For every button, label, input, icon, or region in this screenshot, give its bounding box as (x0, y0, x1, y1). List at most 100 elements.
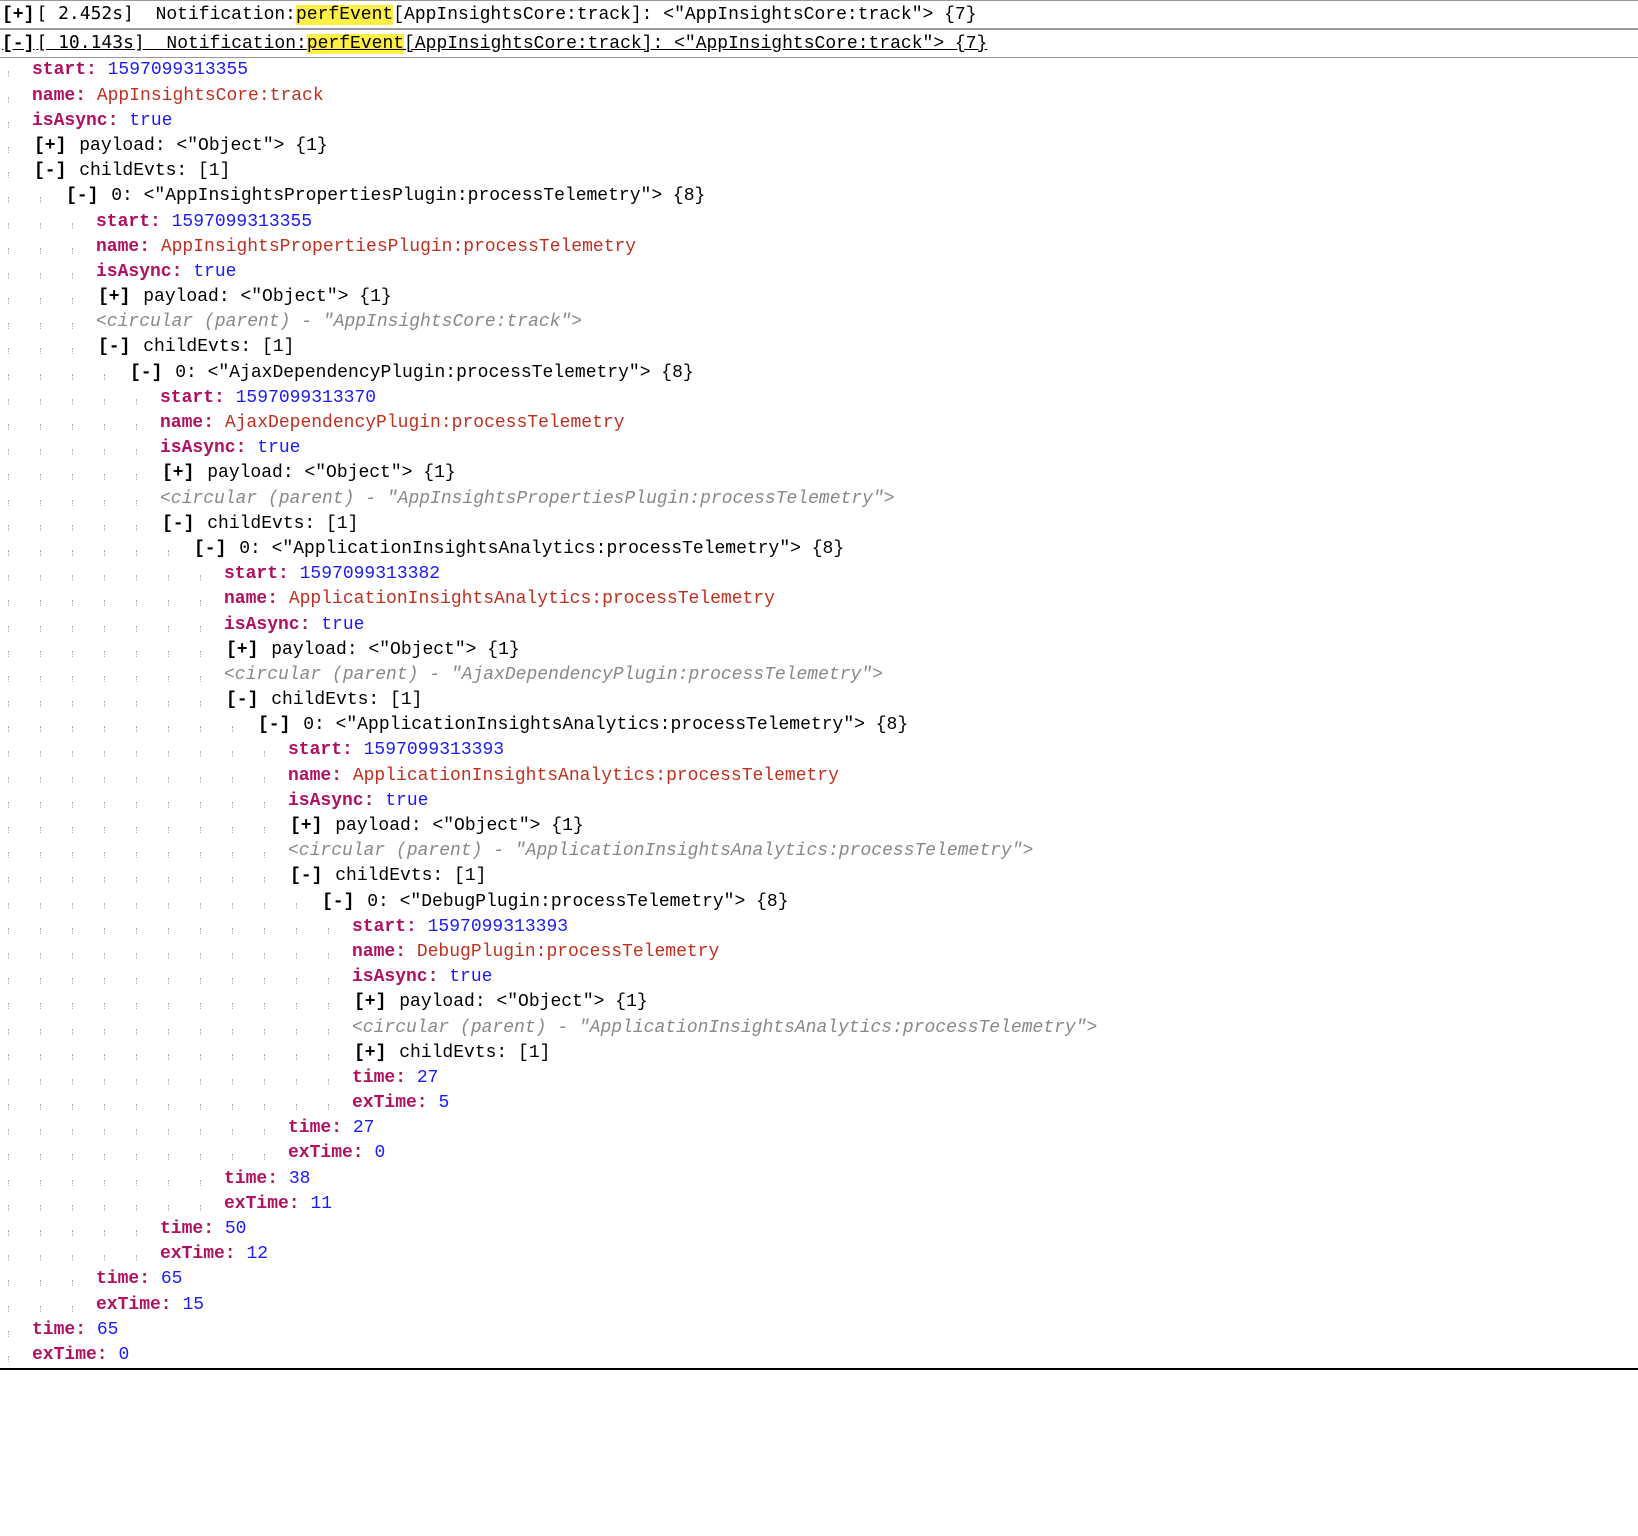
key-name: name: (160, 413, 214, 433)
key-start: start: (352, 917, 417, 937)
payload-summary: <"Object"> {1} (166, 136, 328, 156)
key-isasync: isAsync: (224, 615, 310, 635)
expand-toggle[interactable]: [+] (352, 1041, 388, 1066)
notification-label: Notification: (166, 34, 306, 54)
collapse-toggle[interactable]: [-] (160, 512, 196, 537)
notification-label: Notification: (156, 5, 296, 25)
value-extime: 0 (118, 1345, 129, 1365)
collapse-toggle[interactable]: [-] (256, 713, 292, 738)
key-name: name: (96, 237, 150, 257)
key-isasync: isAsync: (288, 791, 374, 811)
key-time: time: (96, 1269, 150, 1289)
value-isasync: true (385, 791, 428, 811)
collapse-toggle[interactable]: [-] (192, 537, 228, 562)
timestamp: [ 2.452s] (36, 3, 134, 24)
key-childevts: childEvts: (271, 690, 379, 710)
timestamp: [ 10.143s] (36, 32, 144, 53)
key-start: start: (224, 564, 289, 584)
collapse-toggle[interactable]: [-] (96, 335, 132, 360)
expand-toggle[interactable]: [+] (32, 134, 68, 159)
key-extime: exTime: (224, 1194, 300, 1214)
index-0: 0: (303, 715, 325, 735)
child-header: <"DebugPlugin:processTelemetry"> {8} (389, 892, 789, 912)
payload-summary: <"Object"> {1} (230, 287, 392, 307)
key-time: time: (32, 1320, 86, 1340)
expand-toggle[interactable]: [+] (96, 285, 132, 310)
childevts-count: [1] (443, 866, 486, 886)
expand-toggle[interactable]: [+] (352, 990, 388, 1015)
value-time: 65 (161, 1269, 183, 1289)
key-payload: payload: (271, 640, 357, 660)
value-isasync: true (449, 967, 492, 987)
value-time: 65 (97, 1320, 119, 1340)
collapse-toggle[interactable]: [-] (0, 32, 36, 57)
notification-rest: [AppInsightsCore:track]: <"AppInsightsCo… (404, 34, 987, 54)
expand-toggle[interactable]: [+] (0, 3, 36, 28)
index-0: 0: (111, 186, 133, 206)
key-payload: payload: (399, 992, 485, 1012)
collapse-toggle[interactable]: [-] (64, 184, 100, 209)
childevts-count: [1] (251, 337, 294, 357)
key-name: name: (32, 86, 86, 106)
value-start: 1597099313382 (300, 564, 440, 584)
key-isasync: isAsync: (352, 967, 438, 987)
debug-tree: [+] [ 2.452s] Notification:perfEvent[App… (0, 0, 1638, 1374)
key-isasync: isAsync: (96, 262, 182, 282)
key-extime: exTime: (32, 1345, 108, 1365)
key-start: start: (32, 60, 97, 80)
payload-summary: <"Object"> {1} (486, 992, 648, 1012)
key-extime: exTime: (288, 1143, 364, 1163)
value-name: ApplicationInsightsAnalytics:processTele… (353, 766, 839, 786)
circular-ref: <circular (parent) - "AppInsightsPropert… (160, 487, 1638, 512)
collapse-toggle[interactable]: [-] (224, 688, 260, 713)
expand-toggle[interactable]: [+] (224, 638, 260, 663)
highlight-perfevent: perfEvent (307, 34, 404, 54)
notification-rest: [AppInsightsCore:track]: <"AppInsightsCo… (393, 5, 976, 25)
expand-toggle[interactable]: [+] (160, 461, 196, 486)
key-childevts: childEvts: (399, 1043, 507, 1063)
notification-row-collapsed[interactable]: [+] [ 2.452s] Notification:perfEvent[App… (0, 0, 1638, 29)
index-0: 0: (367, 892, 389, 912)
value-name: AjaxDependencyPlugin:processTelemetry (225, 413, 625, 433)
key-name: name: (352, 942, 406, 962)
payload-summary: <"Object"> {1} (422, 816, 584, 836)
key-payload: payload: (207, 463, 293, 483)
circular-ref: <circular (parent) - "AjaxDependencyPlug… (224, 663, 1638, 688)
key-extime: exTime: (352, 1093, 428, 1113)
collapse-toggle[interactable]: [-] (288, 864, 324, 889)
key-childevts: childEvts: (143, 337, 251, 357)
value-start: 1597099313393 (428, 917, 568, 937)
key-start: start: (160, 388, 225, 408)
childevts-count: [1] (187, 161, 230, 181)
expand-toggle[interactable]: [+] (288, 814, 324, 839)
collapse-toggle[interactable]: [-] (320, 890, 356, 915)
value-name: ApplicationInsightsAnalytics:processTele… (289, 589, 775, 609)
child-header: <"ApplicationInsightsAnalytics:processTe… (325, 715, 908, 735)
circular-ref: <circular (parent) - "AppInsightsCore:tr… (96, 310, 1638, 335)
key-isasync: isAsync: (160, 438, 246, 458)
childevts-count: [1] (507, 1043, 550, 1063)
key-extime: exTime: (96, 1295, 172, 1315)
child-header: <"ApplicationInsightsAnalytics:processTe… (261, 539, 844, 559)
key-time: time: (352, 1068, 406, 1088)
value-extime: 12 (246, 1244, 268, 1264)
value-time: 50 (225, 1219, 247, 1239)
key-name: name: (288, 766, 342, 786)
value-extime: 11 (310, 1194, 332, 1214)
index-0: 0: (175, 363, 197, 383)
circular-ref: <circular (parent) - "ApplicationInsight… (288, 839, 1638, 864)
notification-row-expanded[interactable]: [-] [ 10.143s] Notification:perfEvent[Ap… (0, 29, 1638, 58)
value-start: 1597099313355 (108, 60, 248, 80)
key-payload: payload: (143, 287, 229, 307)
highlight-perfevent: perfEvent (296, 5, 393, 25)
divider (0, 1368, 1638, 1374)
key-time: time: (288, 1118, 342, 1138)
value-extime: 0 (374, 1143, 385, 1163)
key-time: time: (160, 1219, 214, 1239)
key-extime: exTime: (160, 1244, 236, 1264)
child-header: <"AppInsightsPropertiesPlugin:processTel… (133, 186, 706, 206)
key-childevts: childEvts: (79, 161, 187, 181)
key-childevts: childEvts: (207, 514, 315, 534)
collapse-toggle[interactable]: [-] (32, 159, 68, 184)
collapse-toggle[interactable]: [-] (128, 361, 164, 386)
